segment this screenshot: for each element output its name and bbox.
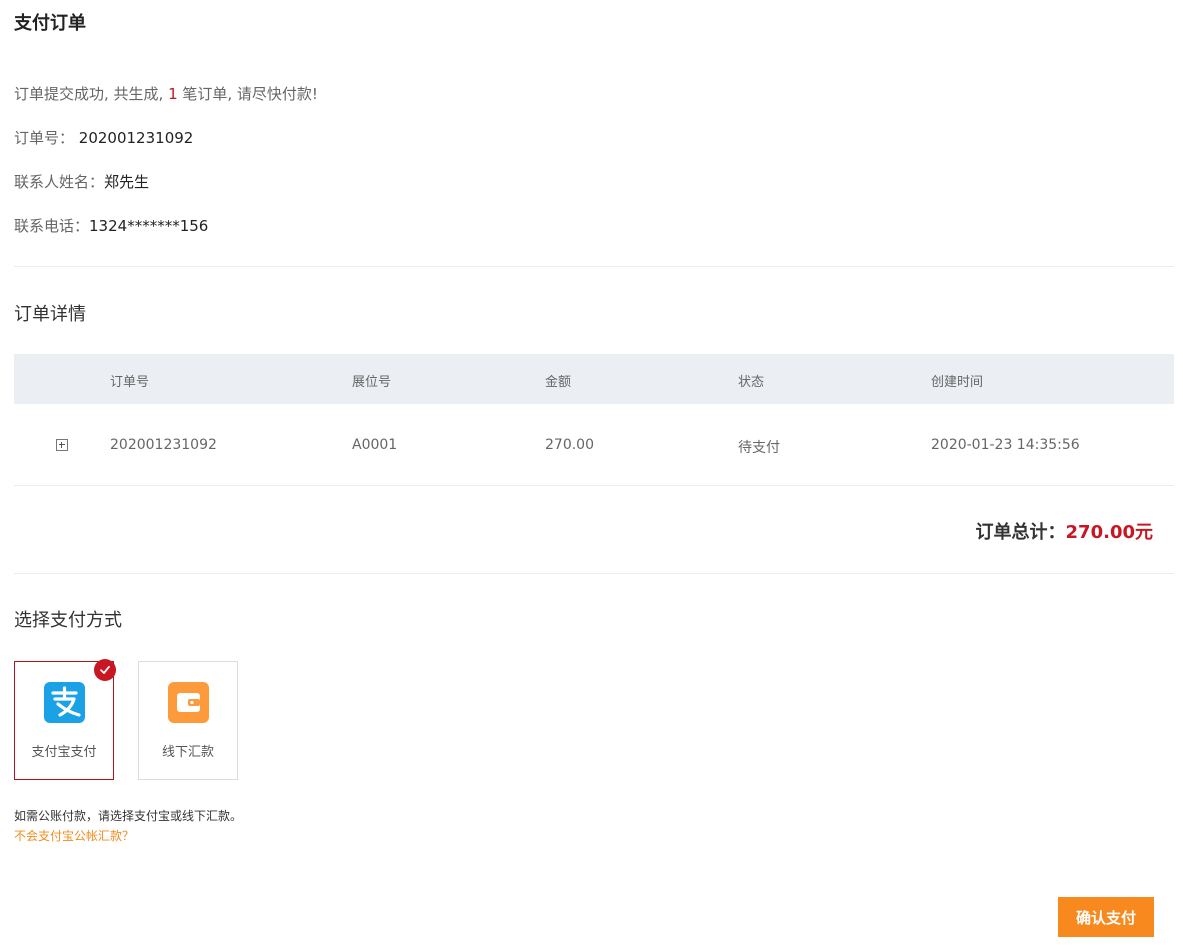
payment-method-title: 选择支付方式 (14, 610, 122, 631)
message-suffix: 笔订单, 请尽快付款! (177, 85, 318, 103)
divider (14, 266, 1174, 267)
confirm-payment-button[interactable]: 确认支付 (1058, 897, 1154, 937)
contact-name-line: 联系人姓名：郑先生 (14, 171, 149, 192)
alipay-help-link[interactable]: 不会支付宝公帐汇款？ (14, 827, 134, 844)
contact-phone-line: 联系电话：1324*******156 (14, 215, 208, 236)
order-details-title: 订单详情 (14, 304, 86, 325)
table-header: 订单号 展位号 金额 状态 创建时间 (14, 354, 1174, 404)
table-row: 202001231092 A0001 270.00 待支付 2020-01-23… (14, 404, 1174, 486)
selected-check-icon (94, 659, 116, 681)
order-total: 订单总计：270.00元 (976, 518, 1153, 544)
page-title: 支付订单 (14, 13, 86, 34)
order-total-label: 订单总计： (975, 522, 1066, 543)
order-total-amount: 270.00元 (1065, 522, 1153, 543)
alipay-icon (44, 682, 85, 723)
contact-name-value: 郑先生 (104, 173, 150, 191)
public-account-note: 如需公账付款，请选择支付宝或线下汇款。 (14, 809, 243, 823)
payment-option-offline[interactable]: 线下汇款 (138, 661, 238, 780)
cell-amount: 270.00 (545, 437, 594, 453)
column-header-amount: 金额 (545, 375, 572, 390)
payment-option-alipay-label: 支付宝支付 (31, 745, 97, 760)
order-number-line: 订单号： 202001231092 (14, 127, 193, 148)
column-header-booth-no: 展位号 (352, 375, 392, 390)
expand-row-icon[interactable] (56, 439, 68, 451)
column-header-created-at: 创建时间 (931, 375, 984, 390)
column-header-order-no: 订单号 (110, 375, 150, 390)
wallet-icon (168, 682, 209, 723)
contact-name-label: 联系人姓名： (14, 173, 105, 191)
payment-option-offline-label: 线下汇款 (161, 745, 214, 760)
order-number-label: 订单号： (14, 129, 75, 147)
cell-booth-no: A0001 (352, 437, 398, 453)
cell-order-no: 202001231092 (110, 437, 217, 453)
order-success-message: 订单提交成功, 共生成, 1 笔订单, 请尽快付款! (14, 83, 318, 104)
cell-status: 待支付 (738, 440, 780, 456)
divider (14, 573, 1174, 574)
payment-option-alipay[interactable]: 支付宝支付 (14, 659, 116, 780)
message-prefix: 订单提交成功, 共生成, (14, 85, 169, 103)
contact-phone-label: 联系电话： (14, 217, 90, 235)
contact-phone-value: 1324*******156 (89, 217, 209, 235)
order-count: 1 (168, 85, 178, 103)
cell-created-at: 2020-01-23 14:35:56 (931, 437, 1080, 453)
column-header-status: 状态 (738, 375, 765, 390)
order-number-value: 202001231092 (78, 129, 194, 147)
